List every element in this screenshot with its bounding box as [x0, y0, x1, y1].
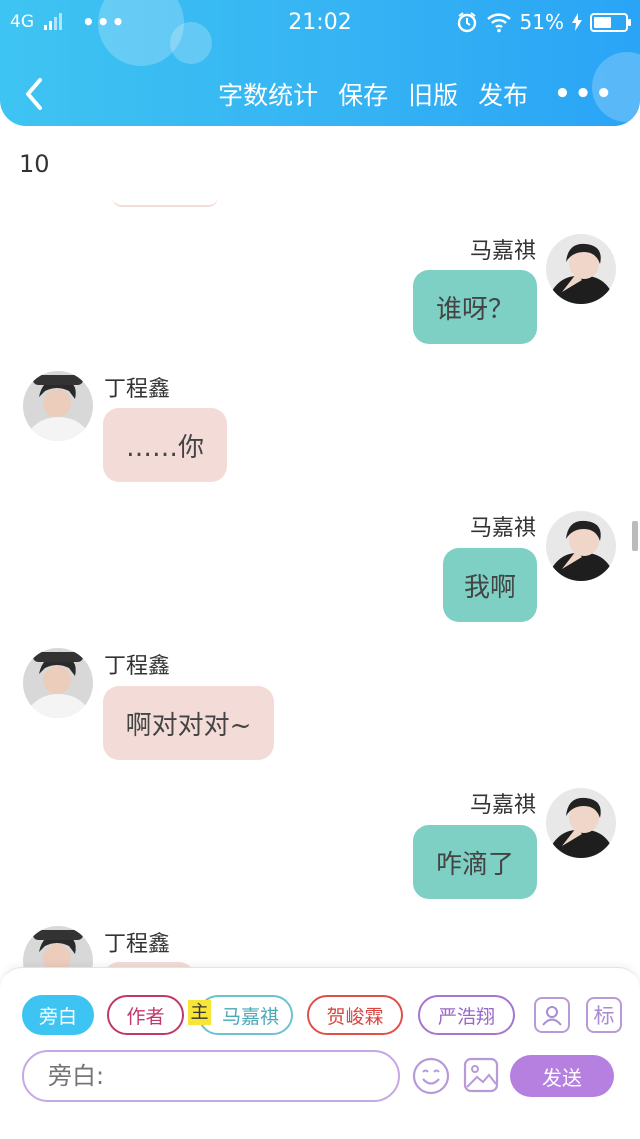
- wifi-icon: [486, 13, 511, 33]
- sender-name: 马嘉祺: [469, 516, 536, 541]
- more-menu-button[interactable]: •••: [554, 79, 616, 109]
- battery-icon: [590, 12, 631, 32]
- chevron-left-icon: [26, 78, 42, 110]
- scrollbar-thumb[interactable]: [632, 521, 638, 551]
- save-button[interactable]: 保存: [338, 76, 388, 112]
- role-chip-author[interactable]: 作者: [107, 995, 184, 1035]
- role-chip-narrator[interactable]: 旁白: [22, 995, 94, 1035]
- top-header: 4G ••• 21:02 51% 字数统计 保存 旧版 发布 •••: [0, 0, 640, 126]
- sender-name: 丁程鑫: [104, 654, 171, 679]
- person-card-icon: [542, 1006, 562, 1026]
- publish-button[interactable]: 发布: [478, 76, 528, 112]
- message-bubble[interactable]: 咋滴了: [413, 825, 537, 899]
- send-button[interactable]: 发送: [510, 1055, 614, 1097]
- avatar[interactable]: [23, 648, 93, 718]
- partial-message-bubble: [112, 180, 218, 207]
- header-toolbar: 字数统计 保存 旧版 发布 •••: [218, 76, 616, 112]
- sender-name: 马嘉祺: [469, 239, 536, 264]
- add-role-button[interactable]: [534, 997, 570, 1033]
- avatar[interactable]: [546, 788, 616, 858]
- avatar[interactable]: [23, 371, 93, 441]
- image-button[interactable]: [463, 1057, 499, 1093]
- message-bubble[interactable]: 我啊: [443, 548, 537, 622]
- word-count-value: 10: [19, 150, 50, 178]
- main-role-badge: 主: [188, 1000, 211, 1025]
- image-icon: [463, 1057, 499, 1093]
- message-bubble[interactable]: ……你: [103, 408, 227, 482]
- message-input[interactable]: [22, 1050, 400, 1102]
- tag-button[interactable]: 标: [586, 997, 622, 1033]
- status-bar: 4G ••• 21:02 51%: [0, 0, 640, 44]
- role-chip-he-junlin[interactable]: 贺峻霖: [307, 995, 403, 1035]
- emoji-button[interactable]: [412, 1057, 450, 1095]
- smiley-icon: [412, 1057, 450, 1095]
- avatar[interactable]: [546, 511, 616, 581]
- word-count-button[interactable]: 字数统计: [218, 76, 318, 112]
- role-chip-yan-haoxiang[interactable]: 严浩翔: [418, 995, 515, 1035]
- alarm-icon: [457, 12, 476, 33]
- sender-name: 丁程鑫: [104, 377, 171, 402]
- charging-icon: [572, 13, 582, 31]
- back-button[interactable]: [18, 74, 52, 114]
- message-bubble[interactable]: 谁呀？: [413, 270, 537, 344]
- avatar[interactable]: [546, 234, 616, 304]
- sender-name: 马嘉祺: [469, 793, 536, 818]
- old-version-button[interactable]: 旧版: [408, 76, 458, 112]
- role-chip-ma-jiaqi[interactable]: 马嘉祺: [198, 995, 293, 1035]
- battery-percent: 51%: [519, 10, 564, 34]
- sender-name: 丁程鑫: [104, 932, 171, 957]
- message-bubble[interactable]: 啊对对对~: [103, 686, 274, 760]
